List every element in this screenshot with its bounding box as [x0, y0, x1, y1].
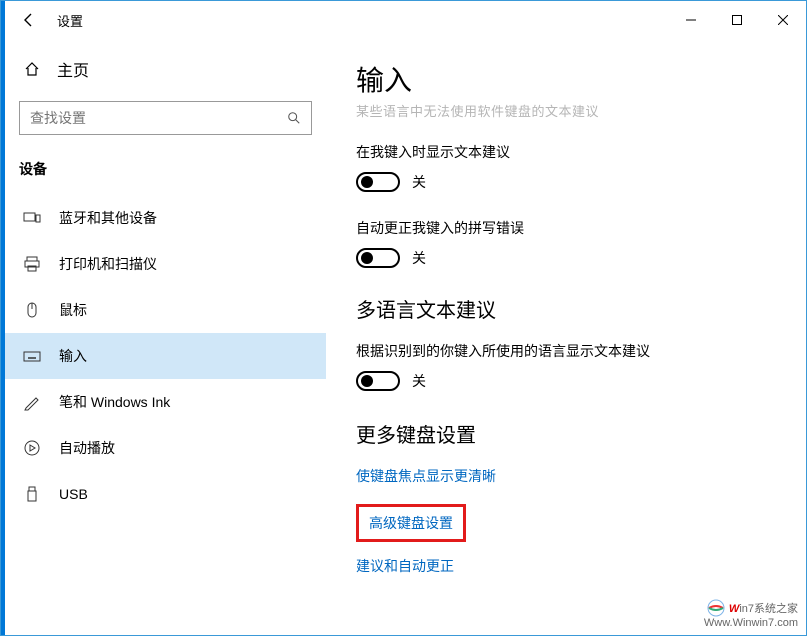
window-title: 设置 [57, 11, 83, 30]
sidebar-item-label: 自动播放 [59, 438, 115, 458]
sidebar-item-label: USB [59, 486, 88, 502]
toggle-show-suggestions[interactable] [356, 172, 400, 192]
mouse-icon [23, 301, 41, 319]
sidebar-item-mouse[interactable]: 鼠标 [19, 287, 312, 333]
sidebar-item-label: 笔和 Windows Ink [59, 392, 170, 412]
page-title: 输入 [356, 59, 776, 99]
sidebar-section-label: 设备 [19, 159, 312, 179]
sidebar-item-usb[interactable]: USB [19, 471, 312, 517]
usb-icon [23, 485, 41, 503]
home-icon [23, 61, 41, 77]
back-button[interactable] [11, 2, 47, 38]
sidebar-item-bluetooth[interactable]: 蓝牙和其他设备 [19, 195, 312, 241]
section-multilang-title: 多语言文本建议 [356, 294, 776, 323]
sidebar-item-typing[interactable]: 输入 [1, 333, 326, 379]
search-icon [287, 111, 301, 125]
keyboard-icon [23, 347, 41, 365]
devices-icon [23, 209, 41, 227]
sidebar-item-label: 蓝牙和其他设备 [59, 208, 157, 228]
page-subtitle: 某些语言中无法使用软件键盘的文本建议 [356, 101, 776, 120]
link-advanced-keyboard[interactable]: 高级键盘设置 [369, 513, 453, 533]
toggle-label-2: 自动更正我键入的拼写错误 [356, 218, 776, 238]
printer-icon [23, 255, 41, 273]
toggle-multilang[interactable] [356, 371, 400, 391]
sidebar-item-pen[interactable]: 笔和 Windows Ink [19, 379, 312, 425]
autoplay-icon [23, 439, 41, 457]
maximize-button[interactable] [714, 4, 760, 36]
toggle-autocorrect[interactable] [356, 248, 400, 268]
toggle-state-1: 关 [412, 172, 426, 192]
toggle-label-1: 在我键入时显示文本建议 [356, 142, 776, 162]
sidebar-item-autoplay[interactable]: 自动播放 [19, 425, 312, 471]
home-label: 主页 [57, 57, 89, 81]
sidebar-item-label: 输入 [59, 346, 87, 366]
home-nav[interactable]: 主页 [19, 49, 312, 89]
search-input[interactable] [30, 110, 287, 126]
sidebar-item-printers[interactable]: 打印机和扫描仪 [19, 241, 312, 287]
highlight-box: 高级键盘设置 [356, 504, 466, 542]
close-button[interactable] [760, 4, 806, 36]
link-keyboard-focus[interactable]: 使键盘焦点显示更清晰 [356, 466, 496, 486]
sidebar-item-label: 鼠标 [59, 300, 87, 320]
pen-icon [23, 393, 41, 411]
multilang-desc: 根据识别到的你键入所使用的语言显示文本建议 [356, 341, 776, 361]
sidebar-item-label: 打印机和扫描仪 [59, 254, 157, 274]
section-more-title: 更多键盘设置 [356, 419, 776, 448]
minimize-button[interactable] [668, 4, 714, 36]
toggle-state-2: 关 [412, 248, 426, 268]
search-box[interactable] [19, 101, 312, 135]
toggle-state-3: 关 [412, 371, 426, 391]
link-suggestions-autocorrect[interactable]: 建议和自动更正 [356, 556, 454, 576]
